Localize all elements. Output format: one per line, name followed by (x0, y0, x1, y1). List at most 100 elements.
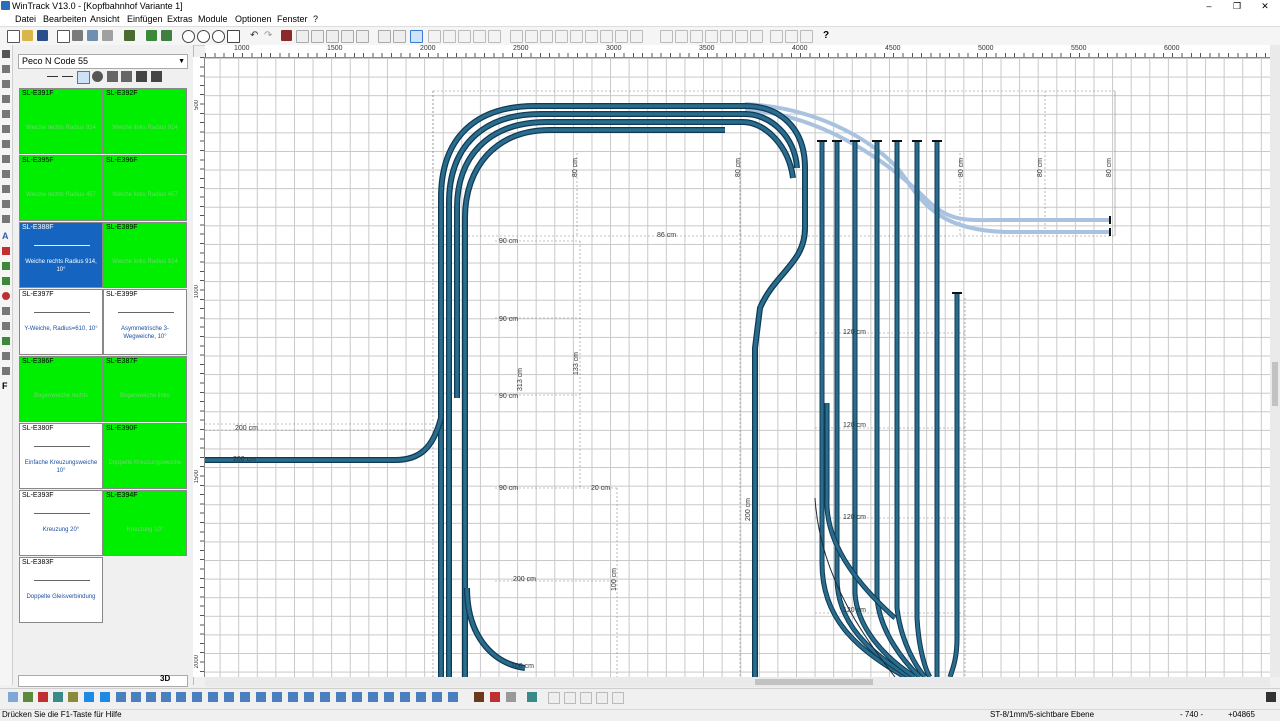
palette-tile-sl-e388f[interactable]: SL-E388F Weiche rechts Radius 914, 10° (19, 222, 103, 288)
maximize-button[interactable]: ❐ (1223, 0, 1251, 12)
palette-tile-sl-e392f[interactable]: SL-E392F Weiche links Radius 914 (103, 88, 187, 154)
save-icon[interactable] (37, 30, 48, 41)
grid-icon[interactable] (146, 30, 157, 41)
layer-27-icon[interactable] (416, 692, 426, 702)
layer-19-icon[interactable] (288, 692, 298, 702)
check-icon[interactable] (2, 337, 10, 345)
zoom-out-icon[interactable] (182, 30, 195, 43)
layer-21-icon[interactable] (320, 692, 330, 702)
palette-tile-sl-e399f[interactable]: SL-E399F Asymmetrische 3-Wegweiche, 10° (103, 289, 187, 355)
layer-10-icon[interactable] (146, 692, 156, 702)
ramp-icon[interactable] (2, 155, 10, 163)
align-tool-5-icon[interactable] (570, 30, 583, 43)
palette-straight-icon[interactable] (47, 76, 58, 78)
library-select[interactable]: Peco N Code 55 ▼ (18, 54, 188, 69)
module-icon[interactable] (124, 30, 135, 41)
palette-tile-sl-e396f[interactable]: SL-E396F Weiche links Radius 457 (103, 155, 187, 221)
palette-turntable-icon[interactable] (92, 71, 103, 82)
layer-25-icon[interactable] (384, 692, 394, 702)
pencil-icon[interactable] (2, 367, 10, 375)
measure-tool-1-icon[interactable] (660, 30, 673, 43)
terrain-icon[interactable] (161, 30, 172, 41)
turnout-icon[interactable] (2, 95, 10, 103)
text-tool-icon[interactable]: A (2, 232, 10, 241)
align-tool-1-icon[interactable] (510, 30, 523, 43)
layer-extra-3-icon[interactable] (580, 692, 592, 704)
menu-optionen[interactable]: Optionen (235, 13, 272, 25)
layer-29-icon[interactable] (448, 692, 458, 702)
connect-icon[interactable] (393, 30, 406, 43)
select-arrow-icon[interactable] (2, 50, 10, 58)
measure-tool-5-icon[interactable] (720, 30, 733, 43)
wall-icon[interactable] (2, 215, 10, 223)
palette-tile-sl-e397f[interactable]: SL-E397F Y-Weiche, Radius=610, 10° (19, 289, 103, 355)
palette-tile-sl-e395f[interactable]: SL-E395F Weiche rechts Radius 457 (19, 155, 103, 221)
layer-15-icon[interactable] (224, 692, 234, 702)
palette-crossing-icon[interactable] (121, 71, 132, 82)
palette-tile-sl-e387f[interactable]: SL-E387F Bogenweiche links (103, 356, 187, 422)
layer-13-icon[interactable] (192, 692, 202, 702)
track-tool-3-icon[interactable] (458, 30, 471, 43)
palette-flex-icon[interactable] (107, 71, 118, 82)
align-tool-3-icon[interactable] (540, 30, 553, 43)
curve-track-icon[interactable] (2, 80, 10, 88)
layer-24-icon[interactable] (368, 692, 378, 702)
palette-tile-sl-e390f[interactable]: SL-E390F Doppelte Kreuzungsweiche (103, 423, 187, 489)
palette-tile-sl-e389f[interactable]: SL-E389F Weiche links Radius 914 (103, 222, 187, 288)
layer-3-icon[interactable] (38, 692, 48, 702)
zoom-window-icon[interactable] (212, 30, 225, 43)
measure-tool-6-icon[interactable] (735, 30, 748, 43)
measure-tool-4-icon[interactable] (705, 30, 718, 43)
layer-8-icon[interactable] (116, 692, 126, 702)
measure-icon[interactable] (2, 352, 10, 360)
menu-extras[interactable]: Extras (167, 13, 193, 25)
layer-11-icon[interactable] (161, 692, 171, 702)
paste-icon[interactable] (311, 30, 324, 43)
track-layer-icon[interactable] (474, 692, 484, 702)
layer-tool-2-icon[interactable] (785, 30, 798, 43)
bridge-icon[interactable] (2, 125, 10, 133)
new-file-icon[interactable] (7, 30, 20, 43)
flex-track-icon[interactable] (410, 30, 423, 43)
tree-icon[interactable] (2, 262, 10, 270)
ungroup-icon[interactable] (356, 30, 369, 43)
print-icon[interactable] (72, 30, 83, 41)
palette-turnout-icon[interactable] (77, 71, 90, 84)
measure-tool-3-icon[interactable] (690, 30, 703, 43)
layer-20-icon[interactable] (304, 692, 314, 702)
copy-icon[interactable] (87, 30, 98, 41)
select-icon[interactable] (378, 30, 391, 43)
layer-28-icon[interactable] (432, 692, 442, 702)
palette-tile-sl-e380f[interactable]: SL-E380F Einfache Kreuzungsweiche 10° (19, 423, 103, 489)
palette-curve-icon[interactable] (62, 76, 73, 78)
menu-help[interactable]: ? (313, 13, 318, 25)
marker-icon[interactable] (2, 292, 10, 300)
context-help-icon[interactable]: ? (823, 30, 834, 41)
menu-module[interactable]: Module (198, 13, 228, 25)
layer-5-icon[interactable] (68, 692, 78, 702)
align-tool-6-icon[interactable] (585, 30, 598, 43)
measure-tool-2-icon[interactable] (675, 30, 688, 43)
layer-17-icon[interactable] (256, 692, 266, 702)
landscape-icon[interactable] (2, 277, 10, 285)
layer-12-icon[interactable] (176, 692, 186, 702)
minimize-button[interactable]: – (1195, 0, 1223, 12)
menu-datei[interactable]: Datei (15, 13, 36, 25)
menu-bearbeiten[interactable]: Bearbeiten (43, 13, 87, 25)
layer-tool-1-icon[interactable] (770, 30, 783, 43)
layer-9-icon[interactable] (131, 692, 141, 702)
vertical-scrollbar[interactable] (1270, 45, 1280, 677)
vertical-scroll-thumb[interactable] (1272, 362, 1278, 406)
building-icon[interactable] (2, 185, 10, 193)
line-icon[interactable] (2, 307, 10, 315)
layer-1-icon[interactable] (8, 692, 18, 702)
track-tool-1-icon[interactable] (428, 30, 441, 43)
horizontal-scrollbar[interactable] (205, 677, 1270, 687)
open-folder-icon[interactable] (22, 30, 33, 41)
menu-fenster[interactable]: Fenster (277, 13, 308, 25)
signal-layer-icon[interactable] (490, 692, 500, 702)
layer-2-icon[interactable] (23, 692, 33, 702)
layer-extra-4-icon[interactable] (596, 692, 608, 704)
horizontal-scroll-thumb[interactable] (755, 679, 873, 685)
track-tool-5-icon[interactable] (488, 30, 501, 43)
